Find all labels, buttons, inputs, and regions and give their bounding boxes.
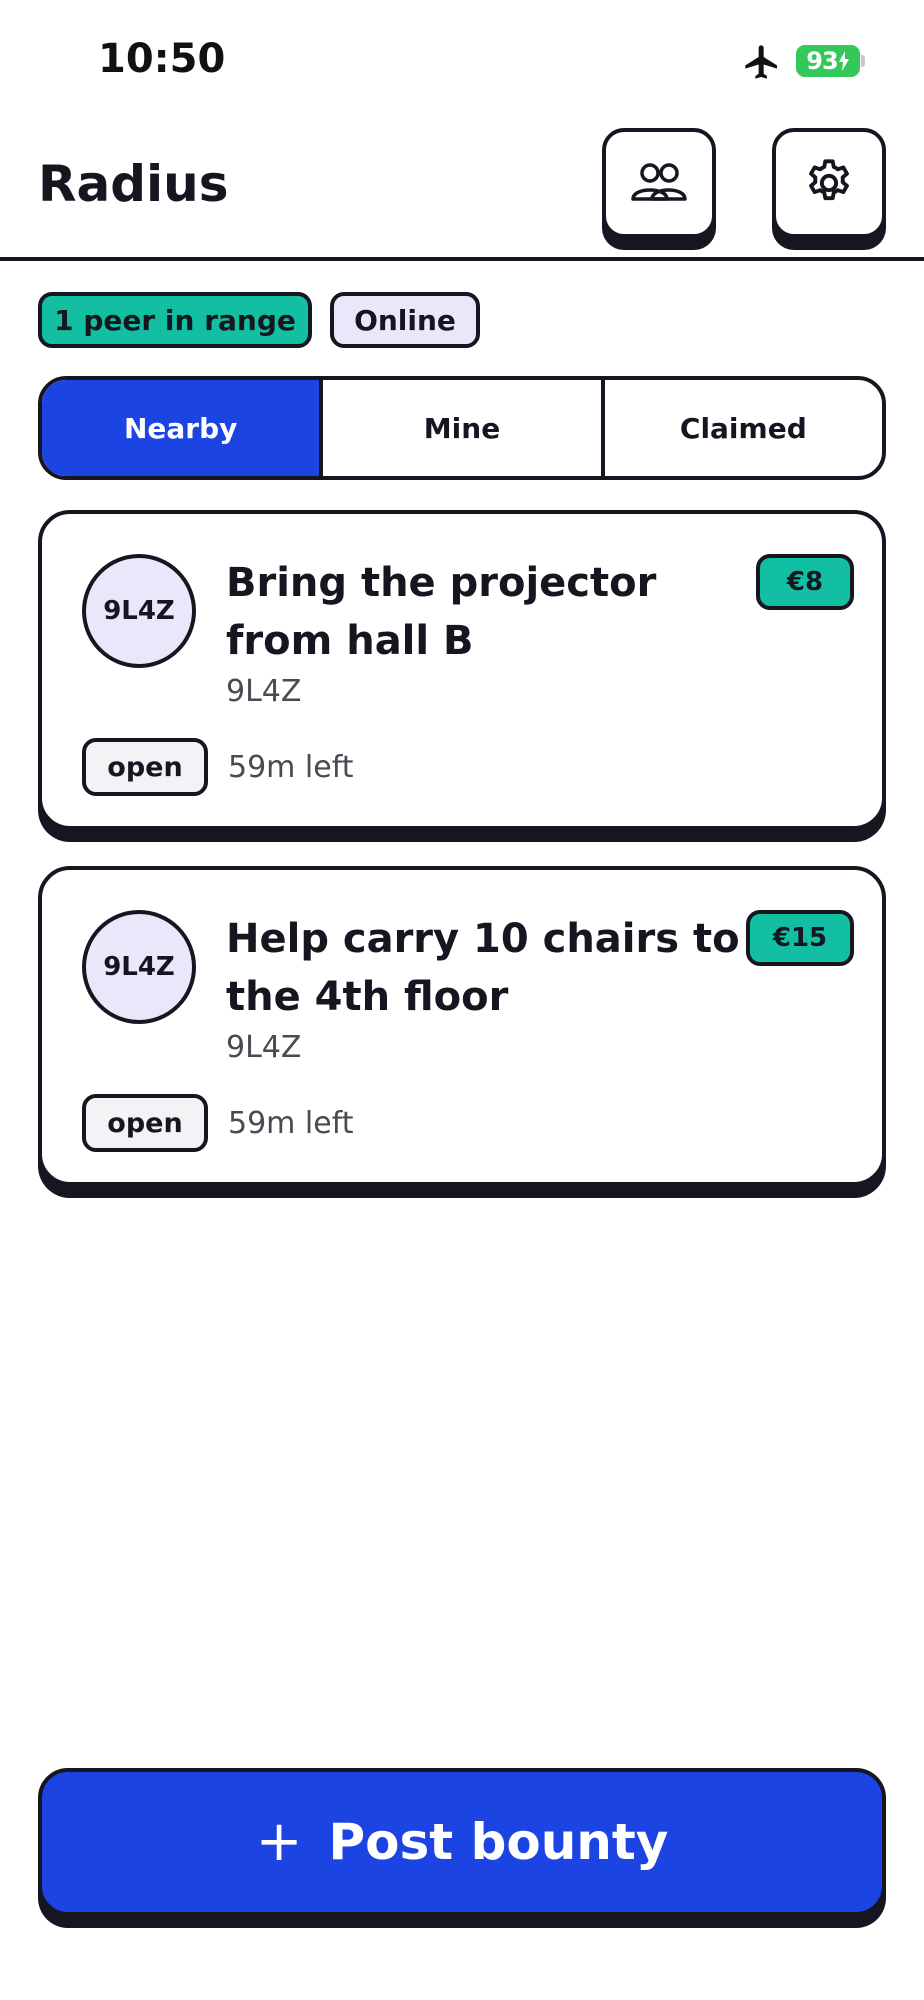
settings-button[interactable] — [772, 128, 886, 238]
screen: 10:50 93 Radius 1 peer in range Online N… — [0, 0, 924, 2000]
tab-claimed[interactable]: Claimed — [600, 380, 882, 476]
bounty-card[interactable]: 9L4Z Bring the projector from hall B 9L4… — [38, 510, 886, 830]
post-bounty-label: Post bounty — [328, 1813, 669, 1871]
reward-badge: €15 — [746, 910, 854, 966]
post-bounty-button[interactable]: + Post bounty — [38, 1768, 886, 1916]
bounty-tabs: Nearby Mine Claimed — [38, 376, 886, 480]
battery-icon: 93 — [796, 45, 860, 77]
charging-bolt-icon — [838, 51, 849, 71]
time-left: 59m left — [228, 1106, 354, 1141]
peers-in-range-badge: 1 peer in range — [38, 292, 312, 348]
app-title: Radius — [38, 155, 229, 213]
status-badge: open — [82, 1094, 208, 1152]
tab-nearby[interactable]: Nearby — [42, 380, 320, 476]
peers-button[interactable] — [602, 128, 716, 238]
bounty-title: Bring the projector from hall B — [226, 560, 657, 664]
bounty-title: Help carry 10 chairs to the 4th floor — [226, 916, 740, 1020]
avatar: 9L4Z — [82, 554, 196, 668]
plus-icon: + — [255, 1809, 303, 1874]
header-divider — [0, 257, 924, 261]
time-left: 59m left — [228, 750, 354, 785]
battery-level: 93 — [806, 47, 838, 75]
tab-mine[interactable]: Mine — [319, 380, 600, 476]
bounty-card[interactable]: 9L4Z Help carry 10 chairs to the 4th flo… — [38, 866, 886, 1186]
people-icon — [631, 163, 687, 201]
online-status-badge: Online — [330, 292, 480, 348]
bounty-poster: 9L4Z — [226, 1030, 302, 1065]
gear-icon — [809, 159, 849, 201]
bounty-poster: 9L4Z — [226, 674, 302, 709]
battery-cap — [861, 55, 865, 67]
airplane-icon — [745, 45, 777, 79]
reward-badge: €8 — [756, 554, 854, 610]
status-badge: open — [82, 738, 208, 796]
avatar: 9L4Z — [82, 910, 196, 1024]
status-time: 10:50 — [98, 36, 226, 82]
